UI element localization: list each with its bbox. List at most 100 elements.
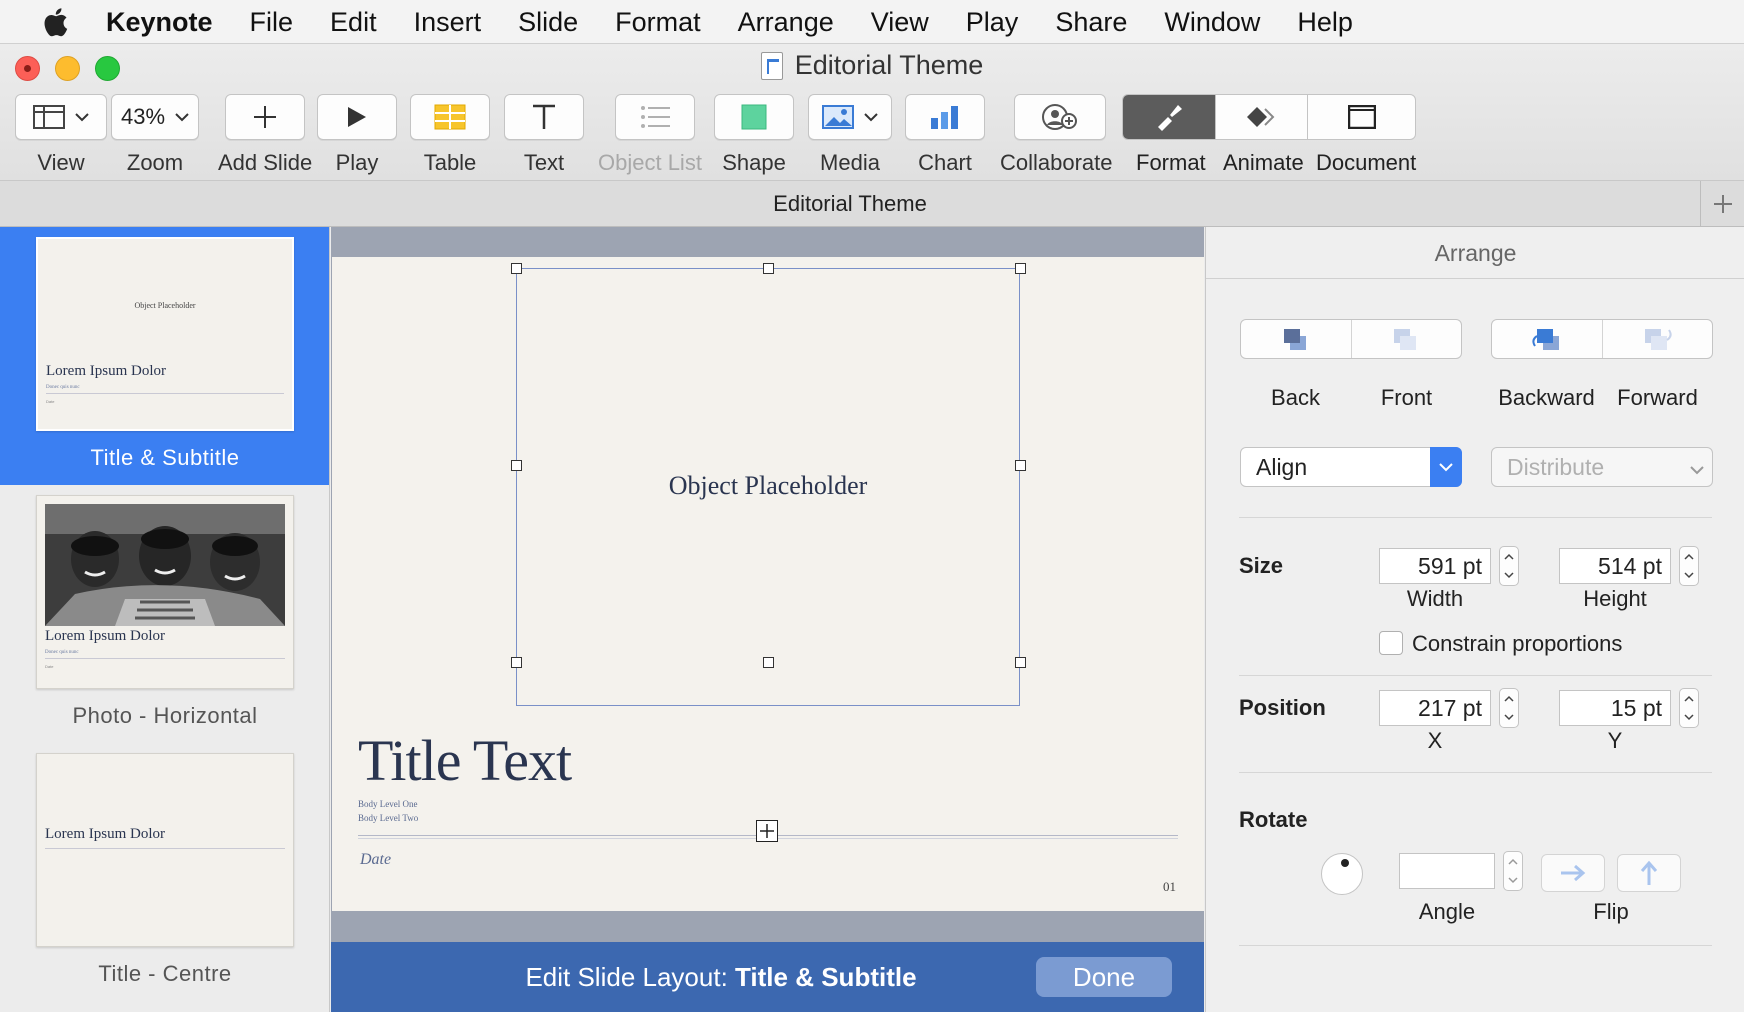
send-to-back-button[interactable] xyxy=(1241,320,1351,358)
bring-forward-icon xyxy=(1645,329,1672,350)
slide-thumbnail[interactable]: Object Placeholder Lorem Ipsum Dolor Don… xyxy=(36,237,294,431)
menu-slide[interactable]: Slide xyxy=(518,0,578,44)
flip-horizontal-button[interactable] xyxy=(1541,854,1605,892)
text-tool[interactable]: Text xyxy=(504,94,584,176)
chevron-up-icon xyxy=(1508,858,1518,865)
collaborate-person-plus-icon xyxy=(1042,104,1078,130)
resize-handle-bottom-right[interactable] xyxy=(1015,657,1026,668)
rotate-dial[interactable] xyxy=(1321,853,1363,895)
tab-bar: Editorial Theme xyxy=(0,181,1744,227)
paintbrush-icon xyxy=(1158,105,1182,131)
resize-handle-right[interactable] xyxy=(1015,460,1026,471)
done-button[interactable]: Done xyxy=(1036,957,1172,997)
resize-handle-top-right[interactable] xyxy=(1015,263,1026,274)
slide-body-level-one[interactable]: Body Level One xyxy=(358,799,417,809)
shape-tool[interactable]: Shape xyxy=(714,94,794,176)
height-stepper[interactable] xyxy=(1679,546,1699,586)
new-tab-button[interactable] xyxy=(1700,181,1744,227)
apple-icon[interactable] xyxy=(40,7,70,37)
bring-forward-button[interactable] xyxy=(1601,320,1713,358)
position-y-field[interactable]: 15 pt xyxy=(1559,690,1671,726)
resize-handle-top[interactable] xyxy=(763,263,774,274)
width-stepper[interactable] xyxy=(1499,546,1519,586)
object-list-tool[interactable]: Object List xyxy=(598,94,702,176)
play-button[interactable] xyxy=(317,94,397,140)
tab-editorial-theme[interactable]: Editorial Theme xyxy=(0,181,1700,227)
resize-handle-top-left[interactable] xyxy=(511,263,522,274)
collaborate-button[interactable] xyxy=(1014,94,1107,140)
view-button[interactable] xyxy=(15,94,107,140)
angle-stepper[interactable] xyxy=(1503,851,1523,891)
resize-handle-bottom[interactable] xyxy=(763,657,774,668)
move-handle-icon[interactable] xyxy=(756,820,778,842)
media-tool[interactable]: Media xyxy=(808,94,892,176)
chart-button[interactable] xyxy=(905,94,985,140)
view-label: View xyxy=(37,150,85,175)
inspector-tab-arrange[interactable]: Arrange xyxy=(1206,227,1744,279)
animate-diamond-icon xyxy=(1246,107,1274,127)
menu-share[interactable]: Share xyxy=(1055,0,1127,44)
thumb-title: Lorem Ipsum Dolor xyxy=(45,628,165,644)
menu-play[interactable]: Play xyxy=(966,0,1019,44)
position-x-label: X xyxy=(1427,728,1443,753)
position-x-field[interactable]: 217 pt xyxy=(1379,690,1491,726)
add-slide-button[interactable] xyxy=(225,94,306,140)
menu-app-keynote[interactable]: Keynote xyxy=(106,0,213,44)
zoom-select[interactable]: 43% xyxy=(111,94,199,140)
chevron-down-icon xyxy=(864,113,878,122)
menu-help[interactable]: Help xyxy=(1297,0,1353,44)
slide-body-level-two[interactable]: Body Level Two xyxy=(358,813,418,823)
slide-canvas: Object Placeholder Title Text Body Level… xyxy=(331,227,1204,1012)
zoom-tool[interactable]: 43% Zoom xyxy=(111,94,199,176)
arrow-right-icon xyxy=(1561,864,1586,882)
menu-file[interactable]: File xyxy=(250,0,294,44)
resize-handle-left[interactable] xyxy=(511,460,522,471)
position-y-stepper[interactable] xyxy=(1679,688,1699,728)
menu-format[interactable]: Format xyxy=(615,0,701,44)
height-field[interactable]: 514 pt xyxy=(1559,548,1671,584)
thumb-date: Date xyxy=(46,399,55,404)
menu-insert[interactable]: Insert xyxy=(414,0,482,44)
slide-thumbnail[interactable]: Lorem Ipsum Dolor xyxy=(36,753,294,947)
collaborate-tool[interactable]: Collaborate xyxy=(1000,94,1113,176)
edit-layout-message: Edit Slide Layout: Title & Subtitle xyxy=(331,942,1111,1012)
document-button[interactable] xyxy=(1307,95,1415,139)
slide[interactable]: Object Placeholder Title Text Body Level… xyxy=(332,257,1204,911)
thumb-rule xyxy=(46,393,284,394)
shape-square-icon xyxy=(741,104,767,130)
media-button[interactable] xyxy=(808,94,892,140)
menu-window[interactable]: Window xyxy=(1164,0,1260,44)
add-slide-tool[interactable]: Add Slide xyxy=(218,94,312,176)
navigator-item-photo-horizontal[interactable]: Lorem Ipsum Dolor Donec quis nunc Date P… xyxy=(0,485,329,743)
view-tool[interactable]: View xyxy=(15,94,107,176)
animate-button[interactable] xyxy=(1215,95,1307,139)
play-tool[interactable]: Play xyxy=(317,94,397,176)
chart-tool[interactable]: Chart xyxy=(905,94,985,176)
table-tool[interactable]: Table xyxy=(410,94,490,176)
object-list-button[interactable] xyxy=(615,94,696,140)
text-button[interactable] xyxy=(504,94,584,140)
format-button[interactable] xyxy=(1123,95,1215,139)
menu-arrange[interactable]: Arrange xyxy=(738,0,834,44)
width-field[interactable]: 591 pt xyxy=(1379,548,1491,584)
bring-to-front-button[interactable] xyxy=(1350,320,1462,358)
position-x-stepper[interactable] xyxy=(1499,688,1519,728)
constrain-proportions-checkbox[interactable] xyxy=(1379,631,1403,655)
angle-field[interactable] xyxy=(1399,853,1495,889)
distribute-popup[interactable]: Distribute xyxy=(1491,447,1713,487)
menu-view[interactable]: View xyxy=(871,0,929,44)
navigator-item-title-subtitle[interactable]: Object Placeholder Lorem Ipsum Dolor Don… xyxy=(0,227,329,485)
rotate-label: Rotate xyxy=(1239,807,1308,832)
shape-button[interactable] xyxy=(714,94,794,140)
navigator-item-title-centre[interactable]: Lorem Ipsum Dolor Title - Centre xyxy=(0,743,329,1001)
slide-title-text[interactable]: Title Text xyxy=(358,727,572,794)
send-backward-button[interactable] xyxy=(1492,320,1602,358)
menu-edit[interactable]: Edit xyxy=(330,0,377,44)
chevron-down-icon xyxy=(1684,572,1694,579)
slide-date[interactable]: Date xyxy=(360,851,391,869)
align-popup[interactable]: Align xyxy=(1240,447,1462,487)
flip-vertical-button[interactable] xyxy=(1617,854,1681,892)
table-button[interactable] xyxy=(410,94,490,140)
resize-handle-bottom-left[interactable] xyxy=(511,657,522,668)
slide-thumbnail[interactable]: Lorem Ipsum Dolor Donec quis nunc Date xyxy=(36,495,294,689)
